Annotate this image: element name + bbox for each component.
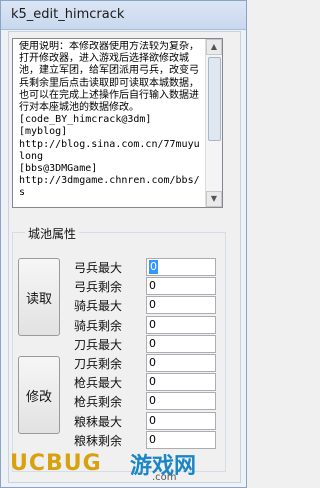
field-input[interactable]: 0 bbox=[146, 373, 216, 391]
field-label: 枪兵剩余 bbox=[74, 395, 123, 409]
field-value: 0 bbox=[149, 298, 156, 311]
field-value: 0 bbox=[149, 414, 156, 427]
field-input[interactable]: 0 bbox=[146, 392, 216, 410]
field-input[interactable]: 0 bbox=[146, 354, 216, 372]
field-label: 刀兵剩余 bbox=[74, 357, 123, 371]
field-value: 0 bbox=[149, 260, 158, 274]
field-label: 粮秣剩余 bbox=[74, 434, 123, 448]
field-value: 0 bbox=[149, 394, 156, 407]
scroll-thumb[interactable] bbox=[208, 57, 221, 141]
field-input[interactable]: 0 bbox=[146, 258, 216, 276]
field-input[interactable]: 0 bbox=[146, 431, 216, 449]
field-value: 0 bbox=[149, 356, 156, 369]
field-input[interactable]: 0 bbox=[146, 335, 216, 353]
field-value: 0 bbox=[149, 318, 156, 331]
watermark-logo: UCBUG 游戏网 .com bbox=[10, 448, 242, 484]
instructions-memo[interactable]: 使用说明：本修改器使用方法较为复杂，打开修改器，进入游戏后选择欲修改城池，建立军… bbox=[12, 38, 223, 208]
watermark-brand: UCBUG bbox=[10, 451, 102, 476]
field-value: 0 bbox=[149, 279, 156, 292]
field-value: 0 bbox=[149, 337, 156, 350]
field-value: 0 bbox=[149, 433, 156, 446]
field-input[interactable]: 0 bbox=[146, 412, 216, 430]
instructions-text: 使用说明：本修改器使用方法较为复杂，打开修改器，进入游戏后选择欲修改城池，建立军… bbox=[19, 41, 200, 199]
scroll-up-icon[interactable]: ▲ bbox=[206, 39, 222, 55]
modify-button[interactable]: 修改 bbox=[18, 356, 60, 434]
field-input[interactable]: 0 bbox=[146, 316, 216, 334]
field-label: 粮秣最大 bbox=[74, 415, 123, 429]
field-input[interactable]: 0 bbox=[146, 296, 216, 314]
field-label: 骑兵最大 bbox=[74, 299, 123, 313]
title-bar[interactable]: k5_edit_himcrack bbox=[1, 1, 246, 30]
watermark-brand-a: UC bbox=[10, 451, 47, 476]
group-title: 城池属性 bbox=[25, 225, 80, 242]
scroll-down-icon[interactable]: ▼ bbox=[206, 191, 222, 207]
read-button[interactable]: 读取 bbox=[18, 258, 60, 336]
window-title: k5_edit_himcrack bbox=[11, 7, 125, 22]
field-label: 弓兵最大 bbox=[74, 261, 123, 275]
field-label: 枪兵最大 bbox=[74, 376, 123, 390]
field-label: 骑兵剩余 bbox=[74, 319, 123, 333]
field-input[interactable]: 0 bbox=[146, 277, 216, 295]
watermark-brand-b: BUG bbox=[46, 451, 102, 476]
field-value: 0 bbox=[149, 375, 156, 388]
field-label: 弓兵剩余 bbox=[74, 280, 123, 294]
watermark-site-url: .com bbox=[152, 472, 177, 483]
field-label: 刀兵最大 bbox=[74, 338, 123, 352]
memo-vertical-scrollbar[interactable]: ▲ ▼ bbox=[205, 39, 222, 207]
